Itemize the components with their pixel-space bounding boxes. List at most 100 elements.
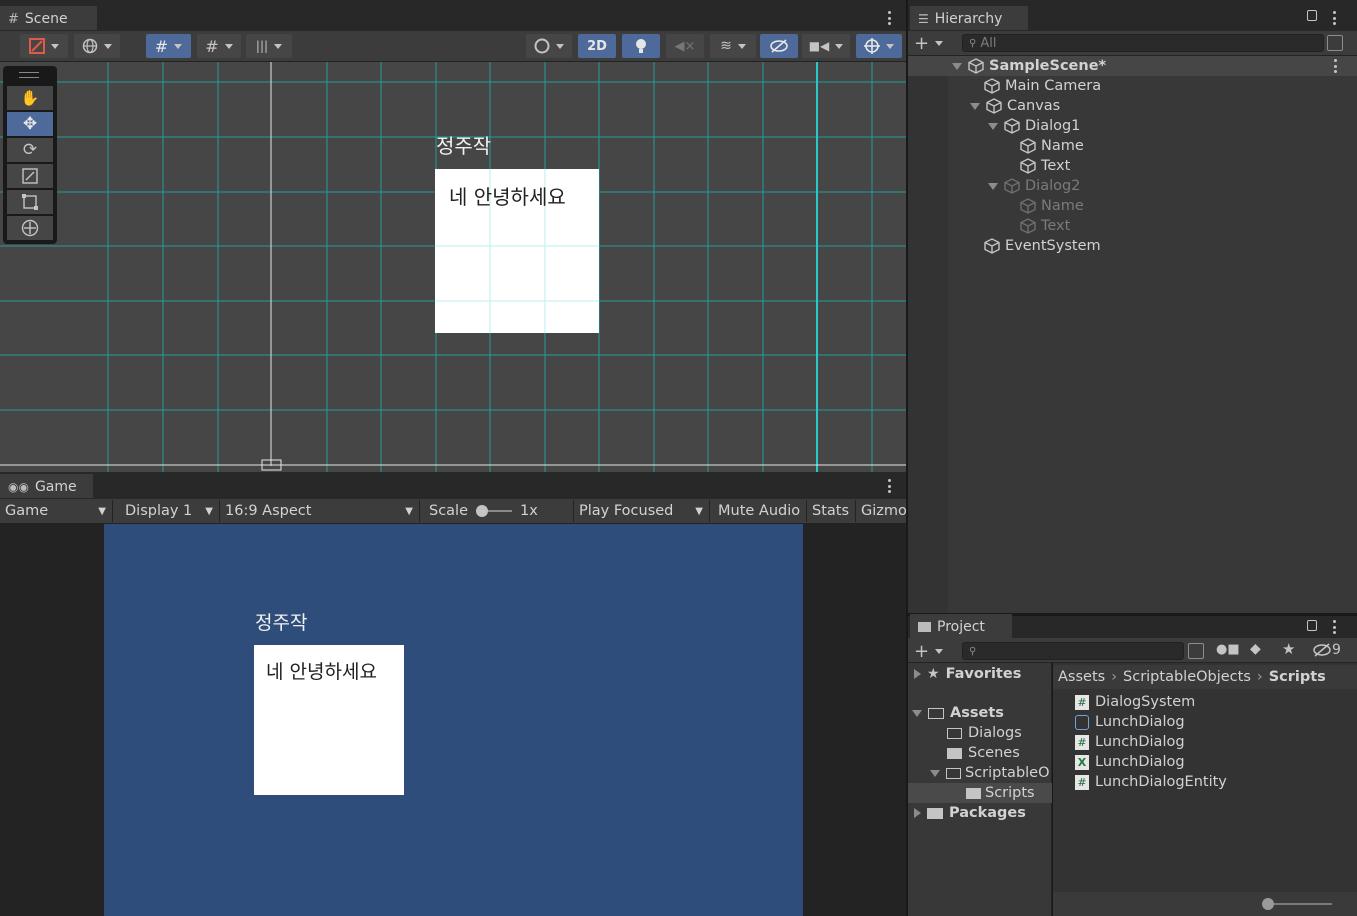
file-item[interactable]: # DialogSystem: [1075, 692, 1195, 712]
ruler-dropdown[interactable]: |||: [246, 34, 292, 58]
project-search-input[interactable]: ⚲: [962, 642, 1184, 660]
hierarchy-search-input[interactable]: ⚲ All: [962, 34, 1324, 52]
gizmos-toggle[interactable]: Gizmo: [856, 500, 906, 522]
game-mode-dropdown[interactable]: Game ▼: [0, 500, 113, 522]
sphere-icon: [534, 38, 550, 54]
hidden-packages-toggle[interactable]: 9: [1313, 642, 1341, 658]
display-dropdown[interactable]: Display 1 ▼: [120, 500, 220, 522]
file-item-label: LunchDialog: [1095, 714, 1185, 730]
scene-dialog-box[interactable]: 네 안녕하세요: [435, 169, 599, 333]
globe-icon: [82, 38, 98, 54]
game-menu-button[interactable]: [886, 479, 892, 493]
file-item-label: LunchDialogEntity: [1095, 774, 1227, 790]
file-item[interactable]: X LunchDialog: [1075, 752, 1185, 772]
breadcrumb-assets[interactable]: Assets: [1058, 669, 1105, 685]
stats-toggle[interactable]: Stats: [807, 500, 856, 522]
grid-toggle-dropdown[interactable]: #: [146, 34, 191, 58]
scale-tool-button[interactable]: [7, 164, 53, 188]
gizmos-label: Gizmo: [861, 503, 906, 519]
hierarchy-add-button[interactable]: +: [914, 33, 943, 54]
lock-icon[interactable]: [1307, 10, 1317, 21]
game-viewport[interactable]: 정주작 네 안녕하세요: [0, 524, 906, 916]
tree-item-assets[interactable]: Assets: [912, 703, 1004, 723]
filter-by-type-icon[interactable]: ●■: [1216, 642, 1240, 657]
snap-increment-dropdown[interactable]: #: [197, 34, 241, 58]
filter-by-label-icon[interactable]: ◆: [1250, 641, 1261, 657]
scene-row-menu-button[interactable]: [1332, 59, 1338, 73]
hierarchy-item[interactable]: Name: [1020, 196, 1084, 216]
hierarchy-item[interactable]: Canvas: [970, 96, 1060, 116]
play-mode-dropdown[interactable]: Play Focused ▼: [574, 500, 710, 522]
file-item[interactable]: # LunchDialogEntity: [1075, 772, 1227, 792]
mute-audio-label: Mute Audio: [718, 503, 801, 519]
tree-item-favorites[interactable]: ★ Favorites: [914, 664, 1021, 684]
lighting-toggle-button[interactable]: [622, 34, 660, 58]
scale-slider[interactable]: [476, 505, 513, 517]
favorite-star-icon[interactable]: ★: [1282, 640, 1295, 658]
tab-scene[interactable]: # Scene: [0, 6, 97, 30]
move-tool-button[interactable]: ✥: [7, 112, 53, 136]
tool-palette-handle[interactable]: [19, 72, 39, 78]
hand-tool-button[interactable]: ✋: [7, 86, 53, 110]
gizmos-dropdown[interactable]: [856, 34, 902, 58]
hierarchy-item[interactable]: Dialog1: [988, 116, 1080, 136]
draw-mode-dropdown[interactable]: [20, 34, 68, 58]
search-icon: ⚲: [969, 645, 977, 657]
2d-toggle-button[interactable]: 2D: [578, 34, 616, 58]
breadcrumb-scripts[interactable]: Scripts: [1269, 669, 1326, 685]
tab-game[interactable]: ◉◉ Game: [0, 474, 93, 498]
scene-viewport[interactable]: 정주작 네 안녕하세요 ✋ ✥ ⟳: [0, 62, 906, 472]
lock-icon[interactable]: [1307, 620, 1317, 631]
search-expand-icon[interactable]: [1327, 35, 1343, 51]
tab-hierarchy-label: Hierarchy: [934, 11, 1003, 27]
tree-item-scripts[interactable]: Scripts: [966, 783, 1035, 803]
scale-slider-thumb[interactable]: [476, 505, 489, 517]
search-expand-icon[interactable]: [1188, 643, 1204, 659]
project-menu-button[interactable]: [1331, 620, 1337, 634]
transform-tool-button[interactable]: [7, 216, 53, 240]
hierarchy-item-label: Canvas: [1007, 98, 1061, 114]
scene-visibility-toggle[interactable]: [760, 34, 798, 58]
hierarchy-item[interactable]: Text: [1020, 216, 1070, 236]
hierarchy-item[interactable]: Text: [1020, 156, 1070, 176]
collapse-arrow-icon[interactable]: [952, 62, 962, 70]
project-add-button[interactable]: +: [914, 641, 943, 662]
mute-audio-toggle[interactable]: Mute Audio: [713, 500, 807, 522]
hierarchy-item[interactable]: Main Camera: [984, 76, 1101, 96]
gameobject-cube-icon: [1004, 118, 1020, 134]
rotate-tool-button[interactable]: ⟳: [7, 138, 53, 162]
breadcrumb-scriptableobjects[interactable]: ScriptableObjects: [1123, 669, 1251, 685]
shading-mode-dropdown[interactable]: [526, 34, 572, 58]
hierarchy-item[interactable]: Dialog2: [988, 176, 1080, 196]
chevron-right-icon: ›: [1256, 669, 1263, 685]
camera-settings-dropdown[interactable]: ■◀: [802, 34, 850, 58]
game-header: [0, 472, 906, 499]
hierarchy-scene-root[interactable]: SampleScene*: [952, 56, 1106, 76]
tab-project-label: Project: [937, 619, 985, 635]
collapse-arrow-icon[interactable]: [988, 182, 998, 190]
tab-project[interactable]: Project: [910, 614, 1012, 638]
tree-item-packages[interactable]: Packages: [914, 803, 1026, 823]
hierarchy-item[interactable]: Name: [1020, 136, 1084, 156]
tab-hierarchy[interactable]: ☰ Hierarchy: [910, 6, 1028, 30]
tree-item-scriptableobjects[interactable]: ScriptableO: [930, 763, 1052, 783]
icon-size-slider-thumb[interactable]: [1262, 898, 1274, 910]
file-item[interactable]: LunchDialog: [1075, 712, 1185, 732]
game-canvas: 정주작 네 안녕하세요: [104, 524, 803, 916]
hierarchy-item[interactable]: EventSystem: [984, 236, 1101, 256]
rect-tool-button[interactable]: [7, 190, 53, 214]
tree-item-scriptableobjects-label: ScriptableO: [965, 765, 1050, 781]
global-local-dropdown[interactable]: [74, 34, 120, 58]
aspect-dropdown[interactable]: 16:9 Aspect ▼: [220, 500, 420, 522]
audio-toggle-button[interactable]: ◀×: [666, 34, 704, 58]
icon-size-slider[interactable]: [1262, 898, 1332, 910]
scene-menu-button[interactable]: [886, 11, 892, 25]
tree-item-scenes[interactable]: Scenes: [947, 743, 1020, 763]
tree-item-dialogs[interactable]: Dialogs: [947, 723, 1022, 743]
effects-dropdown[interactable]: ≋: [710, 34, 756, 58]
collapse-arrow-icon[interactable]: [970, 102, 980, 110]
collapse-arrow-icon[interactable]: [988, 122, 998, 130]
hierarchy-menu-button[interactable]: [1331, 11, 1337, 25]
file-item[interactable]: # LunchDialog: [1075, 732, 1185, 752]
cs-script-icon: #: [1075, 694, 1089, 710]
